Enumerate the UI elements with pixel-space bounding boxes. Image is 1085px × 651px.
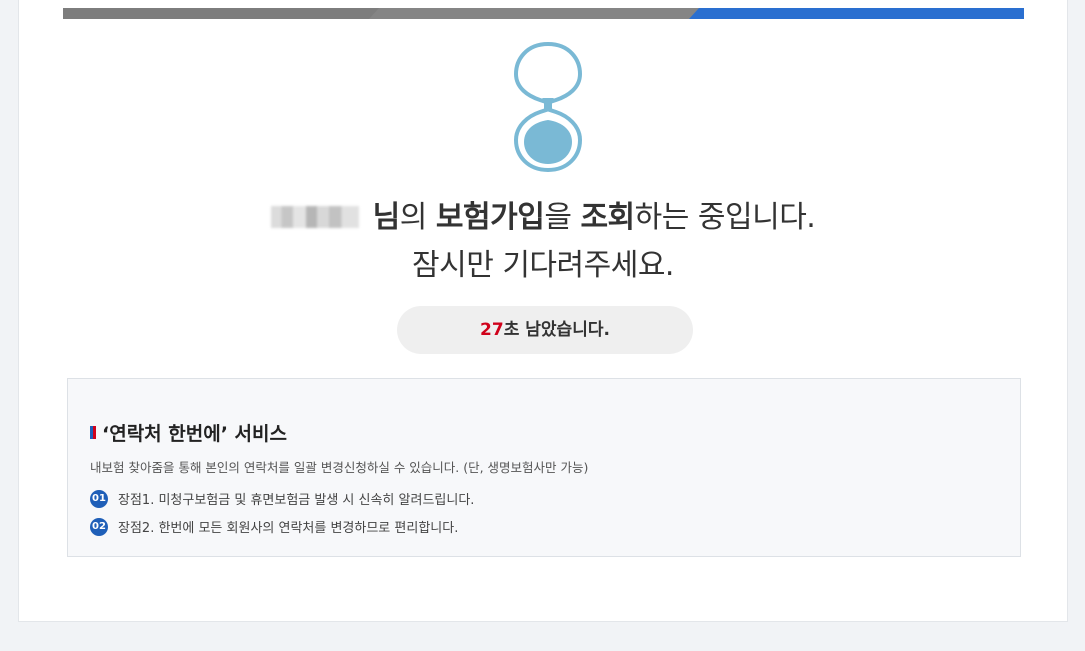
progress-step-1 (63, 8, 383, 19)
content-card: 님의 보험가입을 조회하는 중입니다. 잠시만 기다려주세요. 27초 남았습니… (18, 0, 1068, 622)
service-title-text: ‘연락처 한번에’ 서비스 (102, 423, 287, 445)
benefit-item: 01 장점1. 미청구보험금 및 휴면보험금 발생 시 신속히 알려드립니다. (90, 489, 474, 508)
benefit-text: 장점2. 한번에 모든 회원사의 연락처를 변경하므로 편리합니다. (118, 521, 459, 536)
flag-icon (90, 426, 96, 439)
service-title: ‘연락처 한번에’ 서비스 (90, 419, 287, 446)
countdown-timer: 27초 남았습니다. (397, 306, 693, 354)
countdown-seconds: 27 (480, 320, 504, 340)
inquiry-term: 조회 (580, 200, 635, 235)
service-info-box: ‘연락처 한번에’ 서비스 내보험 찾아줌을 통해 본인의 연락처를 일괄 변경… (67, 378, 1021, 557)
hourglass-icon (512, 40, 584, 174)
status-message-line2: 잠시만 기다려주세요. (412, 248, 674, 283)
progress-bar (63, 8, 1024, 19)
benefit-item: 02 장점2. 한번에 모든 회원사의 연락처를 변경하므로 편리합니다. (90, 517, 458, 536)
benefit-text: 장점1. 미청구보험금 및 휴면보험금 발생 시 신속히 알려드립니다. (118, 493, 475, 508)
number-badge: 02 (90, 517, 108, 536)
insurance-term: 보험가입 (435, 200, 545, 235)
countdown-suffix: 초 남았습니다. (503, 320, 610, 340)
honorific: 님 (372, 200, 401, 235)
text-part: 하는 중입니다. (634, 200, 816, 235)
progress-steps (63, 8, 1024, 19)
progress-step-2 (369, 8, 703, 19)
text-part: 을 (544, 200, 581, 235)
progress-step-3 (689, 8, 1024, 19)
masked-user-name (270, 206, 359, 228)
service-description: 내보험 찾아줌을 통해 본인의 연락처를 일괄 변경신청하실 수 있습니다. (… (90, 460, 589, 475)
text-part: 의 (399, 200, 436, 235)
number-badge: 01 (90, 489, 108, 508)
status-message-line1: 님의 보험가입을 조회하는 중입니다. (19, 196, 1067, 240)
